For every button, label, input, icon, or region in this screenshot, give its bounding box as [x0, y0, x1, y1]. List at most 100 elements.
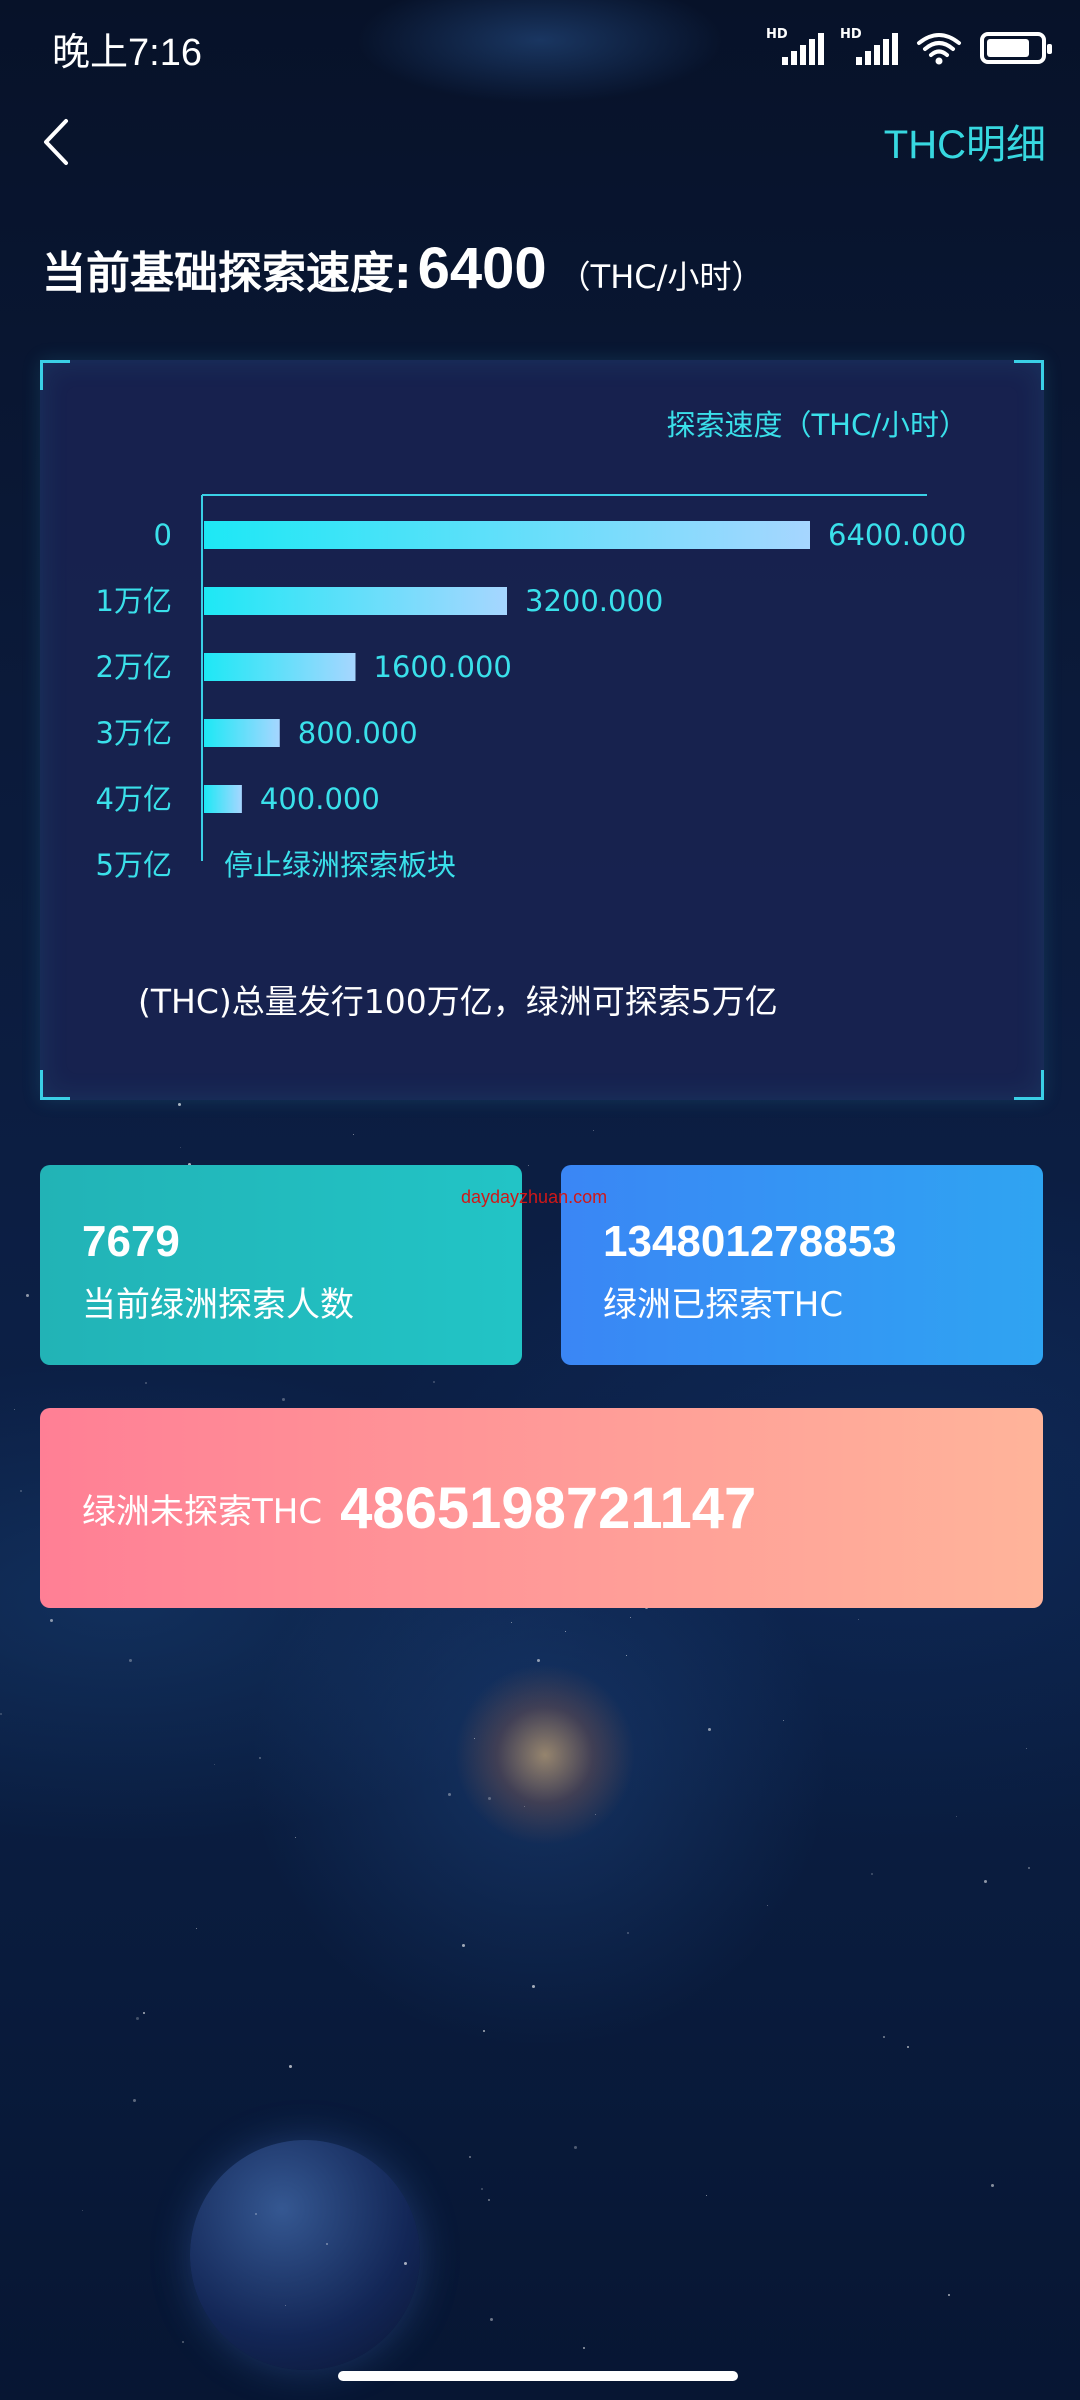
corner-decoration — [1014, 1070, 1044, 1100]
star — [295, 1837, 296, 1838]
data-label: 1600.000 — [374, 650, 512, 684]
chart-note: (THC)总量发行100万亿，绿洲可探索5万亿 — [138, 982, 778, 1021]
data-label: 400.000 — [260, 782, 380, 816]
star — [214, 1764, 215, 1765]
base-speed-heading: 当前基础探索速度: 6400 （THC/小时） — [42, 235, 763, 302]
star — [145, 1382, 147, 1384]
star — [883, 2036, 885, 2038]
star — [991, 2184, 994, 2187]
star — [143, 2012, 145, 2014]
bar — [204, 653, 356, 681]
hd-badge: HD — [766, 27, 788, 42]
star — [583, 2347, 585, 2349]
y-tick-label: 4万亿 — [96, 782, 172, 816]
y-tick-label: 5万亿 — [96, 848, 172, 882]
star — [255, 2213, 257, 2215]
star — [706, 2195, 707, 2196]
star — [1028, 1867, 1030, 1869]
star — [984, 1880, 987, 1883]
star — [180, 1147, 181, 1148]
star — [537, 1659, 540, 1662]
data-label: 3200.000 — [525, 584, 663, 618]
star — [483, 2030, 485, 2032]
star — [708, 1728, 711, 1731]
y-tick-label: 2万亿 — [96, 650, 172, 684]
star — [285, 2305, 286, 2306]
star — [448, 1793, 451, 1796]
star — [627, 1932, 629, 1934]
star — [858, 1619, 859, 1620]
explored-card: 134801278853 绿洲已探索THC — [561, 1165, 1043, 1365]
star — [462, 1944, 465, 1947]
y-tick-label: 1万亿 — [96, 584, 172, 618]
star — [404, 2262, 407, 2265]
star — [1026, 1748, 1027, 1749]
unexplored-label: 绿洲未探索THC — [82, 1491, 323, 1532]
hd-badge: HD — [840, 27, 862, 42]
star — [481, 2188, 483, 2190]
nav-bar: THC明细 — [0, 100, 1080, 180]
speed-bar-chart: 0 6400.000 1万亿 3200.000 2万亿 1600.000 3万亿 800.00… — [96, 494, 966, 882]
status-time: 晚上7:16 — [52, 31, 202, 74]
star — [50, 1619, 53, 1622]
explored-amount: 134801278853 — [603, 1217, 897, 1266]
star — [26, 1294, 29, 1297]
bar — [204, 785, 242, 813]
star — [488, 2199, 490, 2201]
watermark-text: daydayzhuan.com — [461, 1187, 608, 1207]
signal-icon: HD — [840, 27, 898, 65]
star — [259, 1757, 261, 1759]
star — [82, 2210, 83, 2211]
star — [956, 1816, 957, 1817]
back-button[interactable] — [40, 112, 90, 172]
speed-label: 当前基础探索速度: — [42, 248, 412, 299]
planet-image — [190, 2140, 420, 2370]
star — [595, 1814, 596, 1815]
data-label: 停止绿洲探索板块 — [224, 848, 456, 882]
star — [289, 2065, 292, 2068]
thc-detail-link[interactable]: THC明细 — [884, 112, 1046, 170]
star — [574, 2146, 577, 2149]
star — [182, 2341, 184, 2343]
star — [948, 2294, 950, 2296]
explorers-label: 当前绿洲探索人数 — [82, 1285, 354, 1325]
bar — [204, 587, 507, 615]
y-tick-label: 0 — [154, 518, 172, 552]
star — [433, 1381, 435, 1383]
unexplored-amount: 4865198721147 — [340, 1475, 757, 1541]
y-tick-label: 3万亿 — [96, 716, 172, 750]
star — [353, 1134, 354, 1135]
star — [469, 2156, 471, 2158]
home-indicator[interactable] — [338, 2371, 738, 2381]
star — [136, 2017, 139, 2020]
star — [488, 1797, 491, 1800]
star — [593, 1130, 594, 1131]
bar — [204, 719, 280, 747]
star — [565, 1631, 566, 1632]
unexplored-card: 绿洲未探索THC 4865198721147 — [40, 1408, 1043, 1608]
star — [767, 1905, 768, 1906]
data-label: 6400.000 — [828, 518, 966, 552]
star — [907, 2046, 909, 2048]
star — [133, 2099, 136, 2102]
speed-chart-card: 探索速度（THC/小时） 0 6400.000 1万亿 3200.000 2万亿 1600… — [40, 360, 1044, 1100]
data-label: 800.000 — [298, 716, 418, 750]
star — [490, 2318, 493, 2321]
status-bar: 晚上7:16 HD HD — [0, 0, 1080, 96]
corner-decoration — [40, 1070, 70, 1100]
star — [626, 1655, 627, 1656]
star — [528, 1165, 529, 1166]
explorers-card: 7679 当前绿洲探索人数 — [40, 1165, 522, 1365]
battery-level — [987, 39, 1029, 57]
star — [532, 1985, 535, 1988]
star — [871, 1873, 873, 1875]
star — [282, 1398, 285, 1401]
speed-unit: （THC/小时） — [558, 258, 764, 296]
star — [20, 1490, 22, 1492]
star — [196, 1928, 197, 1929]
star — [783, 1720, 784, 1721]
star — [0, 1713, 2, 1715]
explorers-count: 7679 — [82, 1217, 180, 1266]
explored-label: 绿洲已探索THC — [603, 1285, 844, 1325]
star — [474, 1738, 475, 1739]
